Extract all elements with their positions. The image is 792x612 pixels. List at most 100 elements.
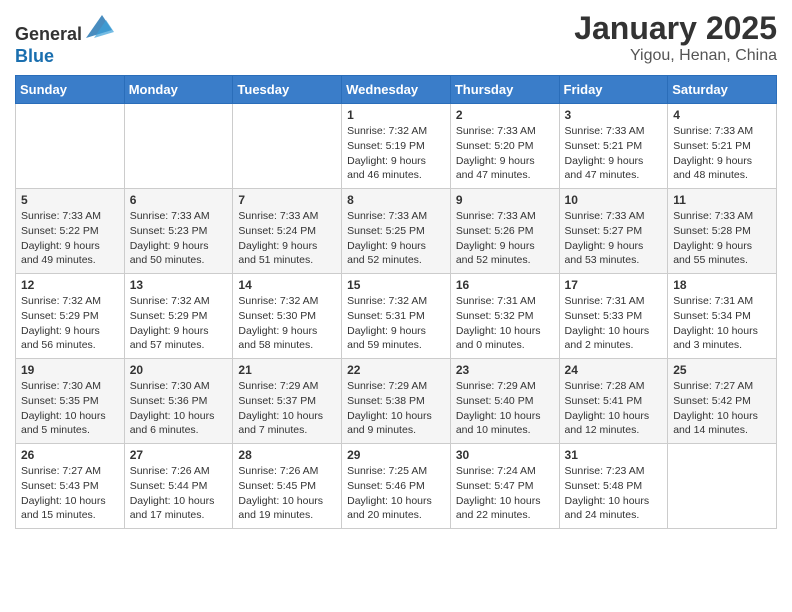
day-number: 14	[238, 278, 336, 292]
day-number: 8	[347, 193, 445, 207]
calendar-cell: 18Sunrise: 7:31 AM Sunset: 5:34 PM Dayli…	[668, 274, 777, 359]
week-row-4: 19 Sunrise: 7:30 AM Sunset: 5:35 PM Dayli…	[16, 359, 777, 444]
day-header-sunday: Sunday	[16, 76, 125, 104]
calendar-cell	[16, 104, 125, 189]
calendar-cell: 9Sunrise: 7:33 AM Sunset: 5:26 PM Daylig…	[450, 189, 559, 274]
cell-content: Sunrise: 7:30 AM Sunset: 5:35 PM Dayligh…	[21, 379, 119, 438]
page-header: General Blue January 2025 Yigou, Henan, …	[15, 10, 777, 67]
cell-content: Sunrise: 7:24 AM Sunset: 5:47 PM Dayligh…	[456, 464, 554, 523]
cell-content: Sunrise: 7:31 AM Sunset: 5:33 PM Dayligh…	[565, 294, 663, 353]
calendar-cell: 8 Sunrise: 7:33 AM Sunset: 5:25 PM Daylig…	[342, 189, 451, 274]
calendar-cell: 7 Sunrise: 7:33 AM Sunset: 5:24 PM Daylig…	[233, 189, 342, 274]
calendar-cell: 23Sunrise: 7:29 AM Sunset: 5:40 PM Dayli…	[450, 359, 559, 444]
week-row-5: 26Sunrise: 7:27 AM Sunset: 5:43 PM Dayli…	[16, 444, 777, 529]
cell-content: Sunrise: 7:32 AM Sunset: 5:29 PM Dayligh…	[130, 294, 228, 353]
day-number: 20	[130, 363, 228, 377]
title-block: January 2025 Yigou, Henan, China	[574, 10, 777, 65]
calendar-cell: 21Sunrise: 7:29 AM Sunset: 5:37 PM Dayli…	[233, 359, 342, 444]
day-number: 4	[673, 108, 771, 122]
calendar-cell: 5 Sunrise: 7:33 AM Sunset: 5:22 PM Daylig…	[16, 189, 125, 274]
week-row-1: 1 Sunrise: 7:32 AM Sunset: 5:19 PM Daylig…	[16, 104, 777, 189]
day-number: 11	[673, 193, 771, 207]
week-row-2: 5 Sunrise: 7:33 AM Sunset: 5:22 PM Daylig…	[16, 189, 777, 274]
cell-content: Sunrise: 7:26 AM Sunset: 5:45 PM Dayligh…	[238, 464, 336, 523]
cell-content: Sunrise: 7:26 AM Sunset: 5:44 PM Dayligh…	[130, 464, 228, 523]
calendar-cell: 15 Sunrise: 7:32 AM Sunset: 5:31 PM Dayli…	[342, 274, 451, 359]
calendar-cell	[124, 104, 233, 189]
cell-content: Sunrise: 7:27 AM Sunset: 5:42 PM Dayligh…	[673, 379, 771, 438]
cell-content: Sunrise: 7:28 AM Sunset: 5:41 PM Dayligh…	[565, 379, 663, 438]
day-number: 31	[565, 448, 663, 462]
day-number: 15	[347, 278, 445, 292]
calendar-cell: 20 Sunrise: 7:30 AM Sunset: 5:36 PM Dayli…	[124, 359, 233, 444]
day-number: 19	[21, 363, 119, 377]
cell-content: Sunrise: 7:33 AM Sunset: 5:25 PM Dayligh…	[347, 209, 445, 268]
day-number: 18	[673, 278, 771, 292]
day-number: 17	[565, 278, 663, 292]
calendar-cell	[233, 104, 342, 189]
day-number: 13	[130, 278, 228, 292]
week-row-3: 12 Sunrise: 7:32 AM Sunset: 5:29 PM Dayli…	[16, 274, 777, 359]
day-header-friday: Friday	[559, 76, 668, 104]
cell-content: Sunrise: 7:32 AM Sunset: 5:31 PM Dayligh…	[347, 294, 445, 353]
day-number: 30	[456, 448, 554, 462]
day-number: 28	[238, 448, 336, 462]
cell-content: Sunrise: 7:32 AM Sunset: 5:19 PM Dayligh…	[347, 124, 445, 183]
logo: General Blue	[15, 10, 114, 67]
day-number: 10	[565, 193, 663, 207]
cell-content: Sunrise: 7:33 AM Sunset: 5:28 PM Dayligh…	[673, 209, 771, 268]
calendar-subtitle: Yigou, Henan, China	[574, 47, 777, 65]
cell-content: Sunrise: 7:33 AM Sunset: 5:27 PM Dayligh…	[565, 209, 663, 268]
calendar-cell: 31 Sunrise: 7:23 AM Sunset: 5:48 PM Dayli…	[559, 444, 668, 529]
cell-content: Sunrise: 7:30 AM Sunset: 5:36 PM Dayligh…	[130, 379, 228, 438]
calendar-cell: 16 Sunrise: 7:31 AM Sunset: 5:32 PM Dayli…	[450, 274, 559, 359]
calendar-cell: 12 Sunrise: 7:32 AM Sunset: 5:29 PM Dayli…	[16, 274, 125, 359]
logo-general: General	[15, 24, 82, 44]
day-number: 6	[130, 193, 228, 207]
day-number: 1	[347, 108, 445, 122]
day-number: 25	[673, 363, 771, 377]
day-number: 16	[456, 278, 554, 292]
day-number: 7	[238, 193, 336, 207]
day-number: 23	[456, 363, 554, 377]
calendar-cell: 4Sunrise: 7:33 AM Sunset: 5:21 PM Daylig…	[668, 104, 777, 189]
cell-content: Sunrise: 7:33 AM Sunset: 5:20 PM Dayligh…	[456, 124, 554, 183]
cell-content: Sunrise: 7:32 AM Sunset: 5:30 PM Dayligh…	[238, 294, 336, 353]
day-header-tuesday: Tuesday	[233, 76, 342, 104]
calendar-cell: 22 Sunrise: 7:29 AM Sunset: 5:38 PM Dayli…	[342, 359, 451, 444]
cell-content: Sunrise: 7:33 AM Sunset: 5:21 PM Dayligh…	[565, 124, 663, 183]
calendar-table: SundayMondayTuesdayWednesdayThursdayFrid…	[15, 75, 777, 529]
cell-content: Sunrise: 7:33 AM Sunset: 5:24 PM Dayligh…	[238, 209, 336, 268]
cell-content: Sunrise: 7:23 AM Sunset: 5:48 PM Dayligh…	[565, 464, 663, 523]
calendar-cell: 26Sunrise: 7:27 AM Sunset: 5:43 PM Dayli…	[16, 444, 125, 529]
cell-content: Sunrise: 7:25 AM Sunset: 5:46 PM Dayligh…	[347, 464, 445, 523]
cell-content: Sunrise: 7:31 AM Sunset: 5:32 PM Dayligh…	[456, 294, 554, 353]
cell-content: Sunrise: 7:33 AM Sunset: 5:26 PM Dayligh…	[456, 209, 554, 268]
cell-content: Sunrise: 7:33 AM Sunset: 5:22 PM Dayligh…	[21, 209, 119, 268]
days-header-row: SundayMondayTuesdayWednesdayThursdayFrid…	[16, 76, 777, 104]
calendar-cell: 14 Sunrise: 7:32 AM Sunset: 5:30 PM Dayli…	[233, 274, 342, 359]
calendar-cell: 1 Sunrise: 7:32 AM Sunset: 5:19 PM Daylig…	[342, 104, 451, 189]
calendar-cell: 29Sunrise: 7:25 AM Sunset: 5:46 PM Dayli…	[342, 444, 451, 529]
day-number: 24	[565, 363, 663, 377]
day-number: 12	[21, 278, 119, 292]
cell-content: Sunrise: 7:29 AM Sunset: 5:38 PM Dayligh…	[347, 379, 445, 438]
cell-content: Sunrise: 7:33 AM Sunset: 5:23 PM Dayligh…	[130, 209, 228, 268]
calendar-cell: 3Sunrise: 7:33 AM Sunset: 5:21 PM Daylig…	[559, 104, 668, 189]
cell-content: Sunrise: 7:32 AM Sunset: 5:29 PM Dayligh…	[21, 294, 119, 353]
calendar-cell	[668, 444, 777, 529]
calendar-cell: 28 Sunrise: 7:26 AM Sunset: 5:45 PM Dayli…	[233, 444, 342, 529]
cell-content: Sunrise: 7:29 AM Sunset: 5:37 PM Dayligh…	[238, 379, 336, 438]
day-number: 5	[21, 193, 119, 207]
day-number: 27	[130, 448, 228, 462]
calendar-cell: 10 Sunrise: 7:33 AM Sunset: 5:27 PM Dayli…	[559, 189, 668, 274]
calendar-cell: 13 Sunrise: 7:32 AM Sunset: 5:29 PM Dayli…	[124, 274, 233, 359]
calendar-cell: 19 Sunrise: 7:30 AM Sunset: 5:35 PM Dayli…	[16, 359, 125, 444]
day-number: 22	[347, 363, 445, 377]
logo-blue: Blue	[15, 46, 54, 66]
calendar-cell: 30 Sunrise: 7:24 AM Sunset: 5:47 PM Dayli…	[450, 444, 559, 529]
day-header-thursday: Thursday	[450, 76, 559, 104]
calendar-cell: 25 Sunrise: 7:27 AM Sunset: 5:42 PM Dayli…	[668, 359, 777, 444]
calendar-cell: 11 Sunrise: 7:33 AM Sunset: 5:28 PM Dayli…	[668, 189, 777, 274]
calendar-title: January 2025	[574, 10, 777, 47]
